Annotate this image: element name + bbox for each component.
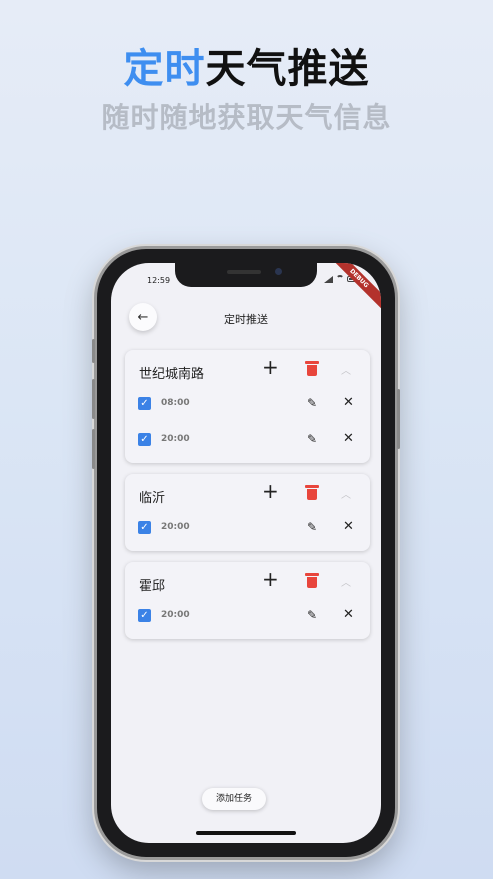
task-row: ✓ 20:00 ✎ ✕	[125, 604, 370, 628]
task-checkbox[interactable]: ✓	[138, 433, 151, 446]
task-checkbox[interactable]: ✓	[138, 397, 151, 410]
wifi-icon	[336, 275, 344, 283]
status-time: 12:59	[147, 276, 171, 285]
trash-icon	[305, 573, 319, 576]
task-row: ✓ 08:00 ✎ ✕	[125, 392, 370, 416]
city-name: 霍邱	[139, 579, 166, 594]
collapse-chevron-icon[interactable]: ︿	[341, 486, 351, 501]
city-name: 临沂	[139, 491, 166, 506]
city-name: 世纪城南路	[139, 367, 205, 382]
add-time-button[interactable]: +	[262, 481, 279, 501]
edit-icon[interactable]: ✎	[307, 608, 317, 622]
edit-icon[interactable]: ✎	[307, 396, 317, 410]
close-icon[interactable]: ✕	[343, 519, 354, 534]
task-time: 20:00	[161, 610, 190, 620]
task-checkbox[interactable]: ✓	[138, 609, 151, 622]
collapse-chevron-icon[interactable]: ︿	[341, 362, 351, 377]
city-card: 临沂 + ︿ ✓ 20:00 ✎ ✕	[125, 474, 370, 551]
close-icon[interactable]: ✕	[343, 607, 354, 622]
edit-icon[interactable]: ✎	[307, 432, 317, 446]
phone-frame: 12:59 DEBUG ← 定时推送 世纪城南路 + ︿ ✓ 08:00 ✎ ✕…	[92, 246, 400, 860]
front-camera	[275, 268, 282, 275]
speaker	[227, 270, 261, 274]
delete-city-button[interactable]	[305, 485, 319, 500]
delete-city-button[interactable]	[305, 361, 319, 376]
edit-icon[interactable]: ✎	[307, 520, 317, 534]
task-time: 20:00	[161, 522, 190, 532]
close-icon[interactable]: ✕	[343, 431, 354, 446]
home-indicator[interactable]	[196, 831, 296, 835]
add-time-button[interactable]: +	[262, 357, 279, 377]
task-row: ✓ 20:00 ✎ ✕	[125, 428, 370, 452]
debug-ribbon: DEBUG	[326, 263, 381, 311]
city-card: 世纪城南路 + ︿ ✓ 08:00 ✎ ✕ ✓ 20:00 ✎ ✕	[125, 350, 370, 463]
signal-icon	[324, 275, 333, 283]
task-time: 08:00	[161, 398, 190, 408]
notch	[175, 263, 317, 287]
city-card: 霍邱 + ︿ ✓ 20:00 ✎ ✕	[125, 562, 370, 639]
promo-title: 定时天气推送	[0, 36, 493, 94]
add-time-button[interactable]: +	[262, 569, 279, 589]
card-header: 霍邱 + ︿	[125, 562, 370, 602]
app-screen: 12:59 DEBUG ← 定时推送 世纪城南路 + ︿ ✓ 08:00 ✎ ✕…	[111, 263, 381, 843]
page-title: 定时推送	[224, 313, 268, 326]
mute-switch	[92, 339, 95, 363]
task-checkbox[interactable]: ✓	[138, 521, 151, 534]
task-time: 20:00	[161, 434, 190, 444]
delete-city-button[interactable]	[305, 573, 319, 588]
card-header: 世纪城南路 + ︿	[125, 350, 370, 390]
add-task-button[interactable]: 添加任务	[202, 788, 266, 810]
volume-down-button	[92, 429, 95, 469]
trash-icon	[305, 361, 319, 364]
trash-icon	[305, 485, 319, 488]
volume-up-button	[92, 379, 95, 419]
power-button	[397, 389, 400, 449]
card-header: 临沂 + ︿	[125, 474, 370, 514]
task-row: ✓ 20:00 ✎ ✕	[125, 516, 370, 540]
promo-title-rest: 天气推送	[205, 46, 370, 92]
close-icon[interactable]: ✕	[343, 395, 354, 410]
promo-subtitle: 随时随地获取天气信息	[101, 101, 392, 134]
promo-title-accent: 定时	[123, 46, 206, 92]
collapse-chevron-icon[interactable]: ︿	[341, 574, 351, 589]
